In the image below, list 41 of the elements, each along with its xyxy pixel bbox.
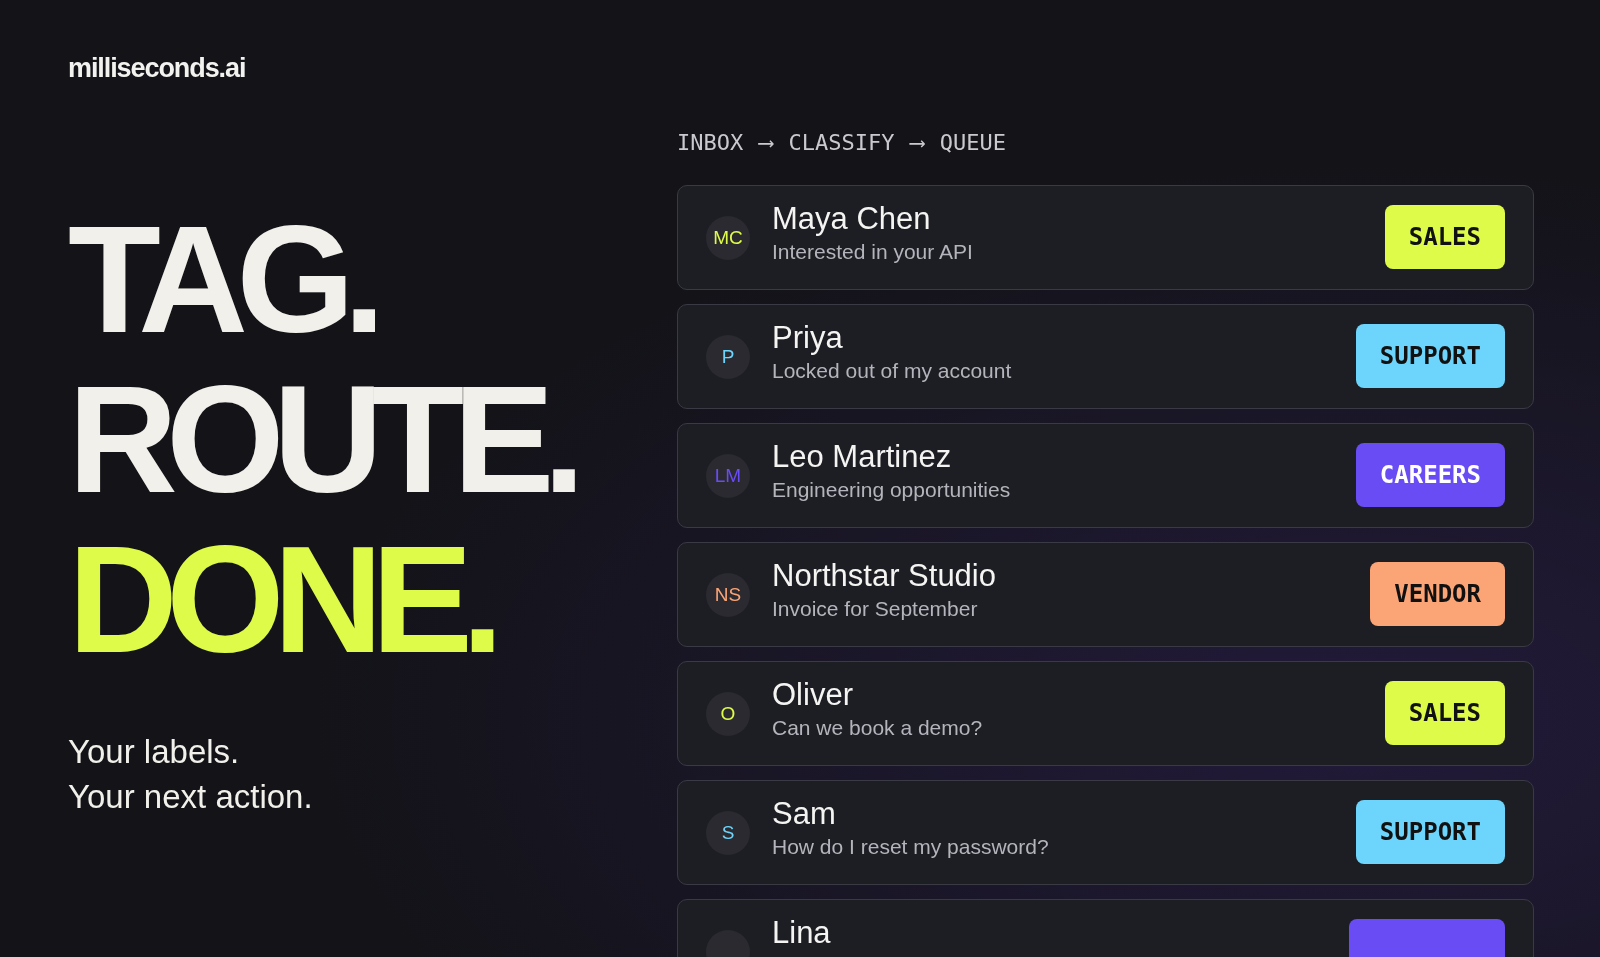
tagline: Your next action.	[68, 776, 313, 817]
sender-name: Oliver	[772, 677, 853, 713]
avatar: S	[706, 811, 750, 855]
category-tag: SUPPORT	[1355, 800, 1505, 864]
avatar: O	[706, 692, 750, 736]
pipeline-step: INBOX	[677, 126, 744, 159]
arrow-icon: ⟶	[759, 126, 773, 159]
sender-name: Sam	[772, 796, 836, 832]
email-subject: Engineering opportunities	[772, 477, 1011, 503]
category-tag: VENDOR	[1370, 562, 1505, 626]
headline-line: TAG.	[68, 198, 375, 359]
email-subject: Can we book a demo?	[772, 715, 983, 741]
email-subject: Locked out of my account	[772, 358, 1012, 384]
sender-name: Northstar Studio	[772, 558, 996, 594]
sender-name: Priya	[772, 320, 843, 356]
category-tag: CAREERS	[1355, 443, 1505, 507]
sender-name: Maya Chen	[772, 201, 931, 237]
email-card[interactable]: S Sam How do I reset my password? SUPPORT	[677, 780, 1534, 885]
email-card[interactable]: P Priya Locked out of my account SUPPORT	[677, 304, 1534, 409]
email-subject: Interested in your API	[772, 239, 973, 265]
email-subject: Invoice for September	[772, 596, 978, 622]
tagline: Your labels.	[68, 731, 240, 772]
email-card[interactable]: O Oliver Can we book a demo? SALES	[677, 661, 1534, 766]
headline-line: DONE.	[68, 518, 493, 679]
email-card[interactable]: LM Leo Martinez Engineering opportunities CAREERS	[677, 423, 1534, 528]
sender-name: Leo Martinez	[772, 439, 952, 475]
avatar: MC	[706, 216, 750, 260]
category-tag: SUPPORT	[1355, 324, 1505, 388]
pipeline-step: QUEUE	[939, 126, 1006, 159]
email-subject: How do I reset my password?	[772, 834, 1049, 860]
pipeline-step: CLASSIFY	[788, 126, 895, 159]
category-tag: SALES	[1384, 205, 1505, 269]
email-card[interactable]: Lina	[677, 899, 1534, 957]
category-tag: SALES	[1384, 681, 1505, 745]
avatar: LM	[706, 454, 750, 498]
sender-name: Lina	[772, 915, 831, 951]
avatar: NS	[706, 573, 750, 617]
logo: milliseconds.ai	[68, 52, 246, 85]
headline-line: ROUTE.	[68, 358, 574, 519]
avatar: P	[706, 335, 750, 379]
arrow-icon: ⟶	[910, 126, 924, 159]
